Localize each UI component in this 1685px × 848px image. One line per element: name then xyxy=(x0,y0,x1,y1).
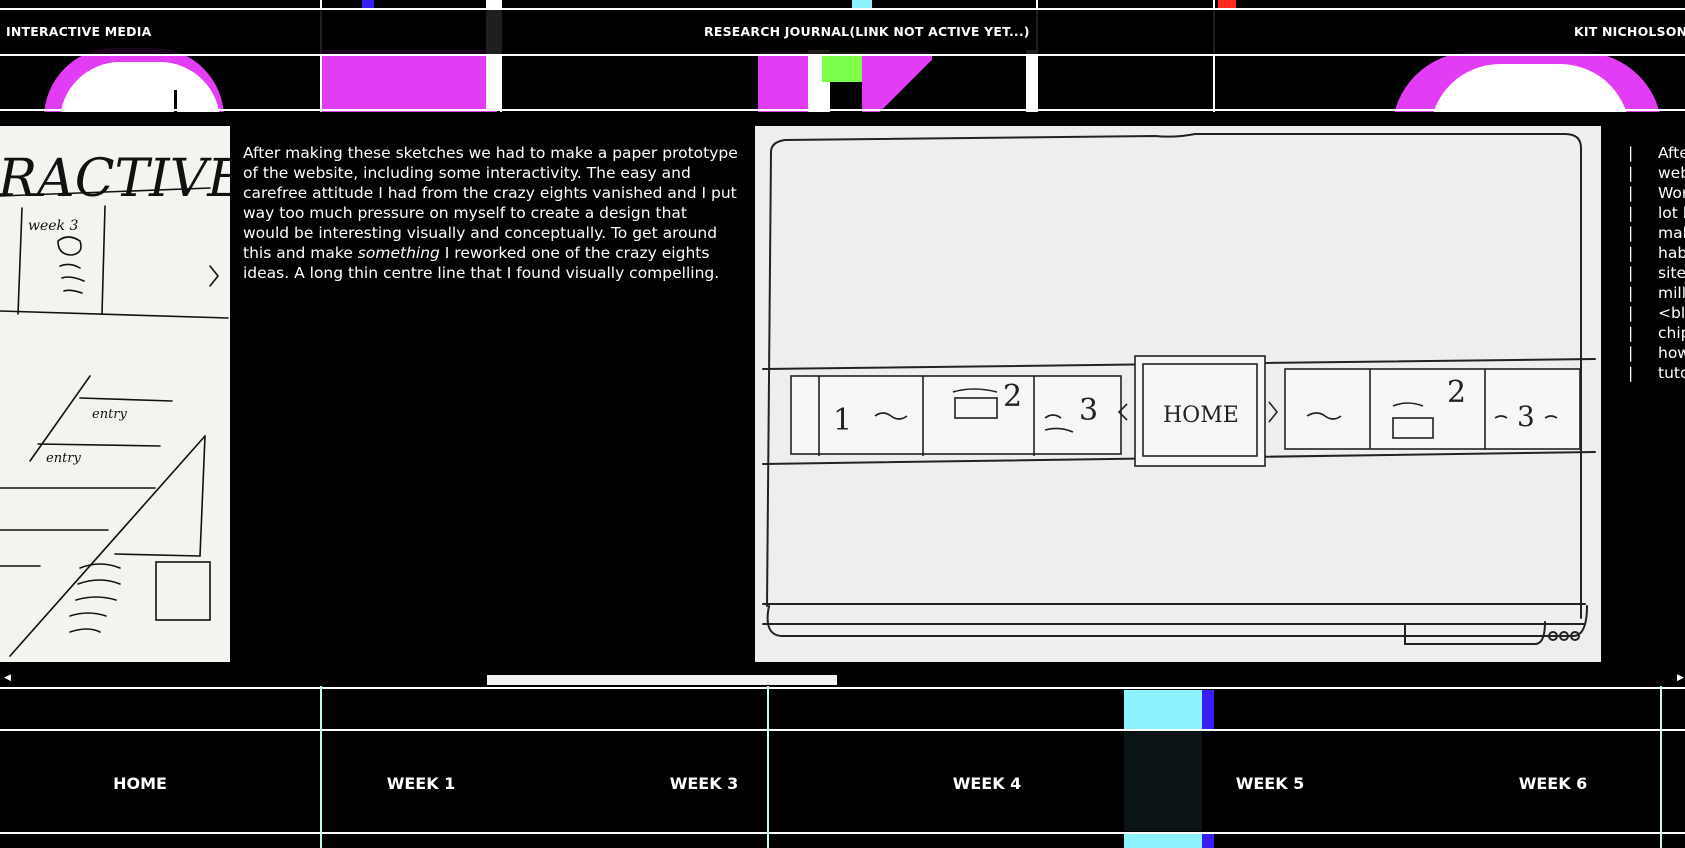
horizontal-scrollbar[interactable]: ◀ ▶ xyxy=(0,673,1685,686)
sketch-entry-1: entry xyxy=(92,407,128,422)
grid-hline xyxy=(0,687,1685,689)
week-navigation: HOME WEEK 1 WEEK 3 WEEK 4 WEEK 5 WEEK 6 xyxy=(0,733,1685,833)
glitch-blue-bar xyxy=(1202,690,1214,729)
glitch-magenta-block-3 xyxy=(758,52,808,112)
author-name: KIT NICHOLSON xyxy=(1574,24,1685,39)
prototype-panel-5: 3 xyxy=(1517,400,1535,433)
journal-paragraph: After making these sketches we had to ma… xyxy=(243,143,738,283)
site-title: INTERACTIVE MEDIA xyxy=(6,24,152,39)
nav-week-3[interactable]: WEEK 3 xyxy=(564,733,844,833)
header-glitch-band: INTERACTIVE MEDIA RESEARCH JOURNAL(LINK … xyxy=(0,0,1685,112)
nav-week-4[interactable]: WEEK 4 xyxy=(847,733,1127,833)
crazy-eights-sketch-image: RACTIVE week 3 entry entry xyxy=(0,126,230,662)
top-navigation: INTERACTIVE MEDIA RESEARCH JOURNAL(LINK … xyxy=(0,10,1685,54)
grid-hline xyxy=(0,54,1685,56)
glitch-black-diagonal xyxy=(880,52,940,112)
research-journal-link[interactable]: RESEARCH JOURNAL(LINK NOT ACTIVE YET...) xyxy=(704,24,1030,39)
nav-week-1[interactable]: WEEK 1 xyxy=(281,733,561,833)
glitch-white-block-3 xyxy=(1026,50,1036,112)
prototype-panel-1: 1 xyxy=(833,403,852,438)
sketch-week-label: week 3 xyxy=(28,218,78,234)
nav-week-6[interactable]: WEEK 6 xyxy=(1413,733,1685,833)
next-column-dividers: | | | | | | | | | | | | xyxy=(1628,144,1634,382)
prototype-panel-2: 2 xyxy=(1003,379,1022,414)
nav-week-5[interactable]: WEEK 5 xyxy=(1130,733,1410,833)
paragraph-emphasis: something xyxy=(357,244,440,262)
grid-hline xyxy=(0,729,1685,731)
glitch-blue-mark xyxy=(362,0,374,8)
sketch-entry-2: entry xyxy=(46,451,82,466)
bottom-glitch-band: HOME WEEK 1 WEEK 3 WEEK 4 WEEK 5 WEEK 6 xyxy=(0,686,1685,848)
sketch-title-text: RACTIVE xyxy=(0,149,230,209)
prototype-panel-3: 3 xyxy=(1079,393,1098,428)
nav-home[interactable]: HOME xyxy=(0,733,280,833)
grid-hline xyxy=(0,109,1685,111)
scroll-left-arrow-icon[interactable]: ◀ xyxy=(4,673,11,683)
glitch-blue-bar-bottom xyxy=(1202,834,1214,848)
glitch-green-block xyxy=(822,52,862,82)
scroll-right-arrow-icon[interactable]: ▶ xyxy=(1677,673,1684,683)
horizontal-scroll-content[interactable]: RACTIVE week 3 entry entry After making … xyxy=(0,126,1685,664)
glitch-cyan-mark xyxy=(852,0,872,8)
glitch-magenta-block-2 xyxy=(321,50,497,112)
next-column-text: AftewebWorlot lmakhabsitemill<blachiphow… xyxy=(1658,144,1685,382)
glitch-cyan-block-bottom xyxy=(1124,834,1202,848)
prototype-panel-4: 2 xyxy=(1447,375,1466,410)
prototype-home-label: HOME xyxy=(1163,403,1239,428)
paper-prototype-image: HOME 1 2 3 2 3 xyxy=(755,126,1601,662)
scrollbar-thumb[interactable] xyxy=(487,675,837,685)
glitch-cyan-block xyxy=(1124,690,1202,729)
